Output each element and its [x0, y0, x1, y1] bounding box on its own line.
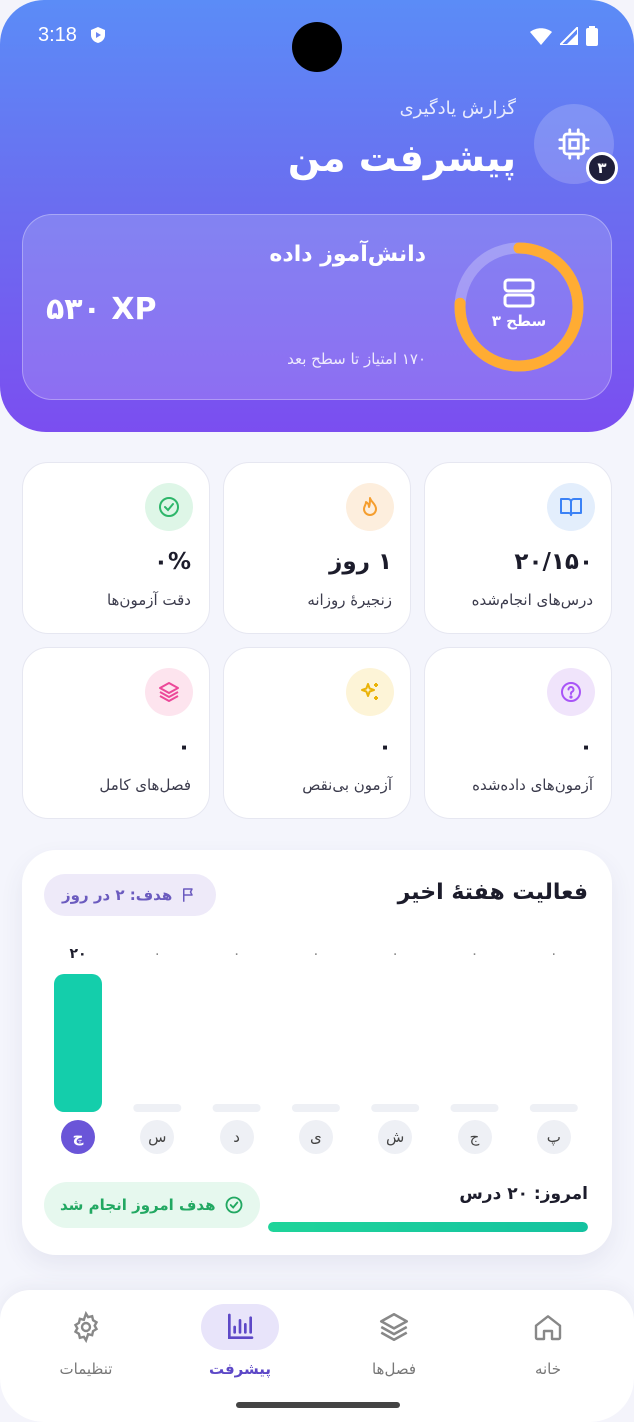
bar-value-label: ۰ [470, 946, 479, 962]
stat-label: دقت آزمون‌ها [106, 591, 191, 609]
book-icon [547, 483, 595, 531]
layers-icon [145, 668, 193, 716]
camera-cutout [292, 22, 342, 72]
stat-label: زنجیرهٔ روزانه [307, 591, 392, 609]
rank-title: دانش‌آموز داده [269, 242, 426, 267]
chart-bar [133, 1104, 182, 1112]
page-title: پیشرفت من [287, 136, 516, 180]
signal-icon [560, 27, 578, 45]
stat-card-lessons: ۲۰/۱۵۰ درس‌های انجام‌شده [424, 462, 612, 634]
day-label: د [219, 1120, 254, 1154]
stat-card-chapters: ۰ فصل‌های کامل [22, 647, 210, 819]
chart-bar [291, 1104, 340, 1112]
day-label: ج [457, 1120, 492, 1154]
bar-value-label: ۰ [391, 946, 399, 962]
status-time: 3:18 [38, 24, 77, 46]
page-subtitle: گزارش یادگیری [399, 98, 516, 119]
xp-value: ۵۳۰ XP [46, 292, 157, 327]
check-circle-icon [225, 1196, 242, 1214]
bar-value-label: ۰ [232, 946, 241, 962]
bar-value-label: ۰ [550, 946, 558, 962]
chart-bar [529, 1104, 578, 1112]
sparkles-icon [346, 668, 394, 716]
goal-done-pill: هدف امروز انجام شد [44, 1182, 260, 1228]
stat-label: فصل‌های کامل [99, 776, 191, 794]
chart-bar [54, 974, 102, 1112]
level-label: سطح ۳ [491, 312, 547, 330]
done-label: هدف امروز انجام شد [60, 1196, 216, 1214]
stat-label: آزمون‌های داده‌شده [472, 776, 593, 794]
nav-label: فصل‌ها [371, 1360, 417, 1378]
bar-chart-icon [228, 1313, 254, 1339]
stat-value: ۱ روز [329, 549, 392, 575]
stat-value: ۰% [153, 549, 191, 575]
battery-icon [586, 26, 598, 46]
today-text: امروز: ۲۰ درس [459, 1184, 588, 1204]
chart-bar [371, 1104, 420, 1112]
stat-label: درس‌های انجام‌شده [471, 591, 593, 609]
check-circle-icon [145, 483, 193, 531]
today-progress-fill [268, 1222, 588, 1232]
stat-value: ۰ [176, 734, 191, 760]
day-label: پ [536, 1120, 571, 1154]
system-icons [530, 26, 598, 46]
bar-value-label: ۰ [312, 946, 320, 962]
day-label: چ [61, 1120, 95, 1154]
server-icon [502, 278, 536, 312]
chart-bar [450, 1104, 499, 1112]
nav-item-progress[interactable]: پیشرفت [180, 1304, 300, 1378]
wifi-icon [530, 27, 552, 45]
day-label: ی [298, 1120, 333, 1154]
home-indicator[interactable] [236, 1402, 400, 1408]
stat-card-quizzes: ۰ آزمون‌های داده‌شده [424, 647, 612, 819]
nav-label: خانه [534, 1360, 562, 1378]
flame-icon [346, 483, 394, 531]
weekly-activity-card: فعالیت هفتهٔ اخیر هدف: ۲ در روز ۲۰ چ ۰ س ۰ د ۰… [22, 850, 612, 1255]
level-badge: ۳ [586, 152, 618, 184]
next-level-text: ۱۷۰ امتیاز تا سطح بعد [287, 350, 426, 368]
stat-card-accuracy: ۰% دقت آزمون‌ها [22, 462, 210, 634]
bar-value-label: ۰ [153, 946, 162, 962]
nav-item-home[interactable]: خانه [488, 1304, 608, 1378]
stat-value: ۰ [377, 734, 392, 760]
home-icon [534, 1315, 562, 1341]
day-label: ش [378, 1120, 413, 1154]
app-screen: 3:18 گزارش یادگیری پیشرفت من ۳ سطح ۳ دان… [0, 0, 634, 1422]
layers-icon [379, 1312, 409, 1342]
bar-value-label: ۲۰ [69, 946, 87, 962]
nav-item-settings[interactable]: تنظیمات [26, 1304, 146, 1378]
question-circle-icon [547, 668, 595, 716]
today-progress-bar [268, 1222, 588, 1232]
chip-icon [558, 128, 590, 160]
chart-bar [212, 1104, 261, 1112]
stat-card-streak: ۱ روز زنجیرهٔ روزانه [223, 462, 411, 634]
nav-label: تنظیمات [59, 1360, 113, 1378]
nav-label: پیشرفت [208, 1360, 272, 1378]
stat-value: ۰ [578, 734, 593, 760]
gear-icon [73, 1311, 99, 1343]
shield-icon [90, 26, 106, 49]
nav-item-chapters[interactable]: فصل‌ها [334, 1304, 454, 1378]
stat-value: ۲۰/۱۵۰ [514, 549, 593, 575]
stat-label: آزمون بی‌نقص [302, 776, 392, 794]
stat-card-perfect: ۰ آزمون بی‌نقص [223, 647, 411, 819]
